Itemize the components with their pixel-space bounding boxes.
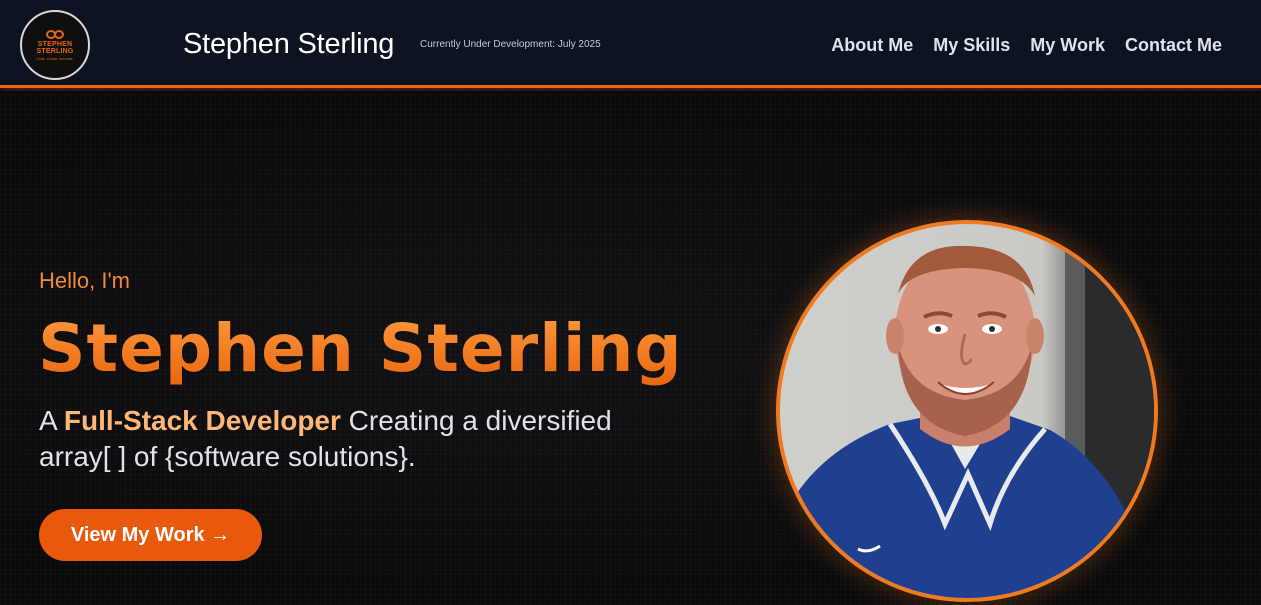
site-header: STEPHEN STERLING Code. Create. Innovate.…: [0, 0, 1261, 88]
page: STEPHEN STERLING Code. Create. Innovate.…: [0, 0, 1261, 605]
hero-section: Hello, I'm Stephen Sterling A Full-Stack…: [0, 91, 1261, 605]
logo-mark-icon: [46, 29, 64, 39]
brand-name[interactable]: Stephen Sterling: [183, 28, 394, 61]
main-nav: About Me My Skills My Work Contact Me: [831, 35, 1222, 56]
nav-contact-me[interactable]: Contact Me: [1125, 35, 1222, 56]
tagline-highlight: Full-Stack Developer: [63, 405, 341, 436]
nav-my-skills[interactable]: My Skills: [933, 35, 1010, 56]
view-my-work-button[interactable]: View My Work →: [39, 509, 262, 561]
profile-photo-illustration: [780, 224, 1154, 598]
hero-tagline: A Full-Stack Developer Creating a divers…: [39, 403, 679, 475]
hero-name: Stephen Sterling: [38, 310, 683, 387]
development-notice: Currently Under Development: July 2025: [420, 39, 601, 50]
logo-tagline: Code. Create. Innovate.: [36, 56, 74, 61]
nav-my-work[interactable]: My Work: [1030, 35, 1105, 56]
logo-line-2: STERLING: [36, 47, 74, 55]
nav-about-me[interactable]: About Me: [831, 35, 913, 56]
logo-line-1: STEPHEN: [37, 40, 73, 48]
tagline-prefix: A: [39, 405, 64, 436]
site-logo[interactable]: STEPHEN STERLING Code. Create. Innovate.: [20, 10, 90, 80]
hero-greeting: Hello, I'm: [39, 268, 130, 293]
profile-photo: [776, 220, 1158, 602]
